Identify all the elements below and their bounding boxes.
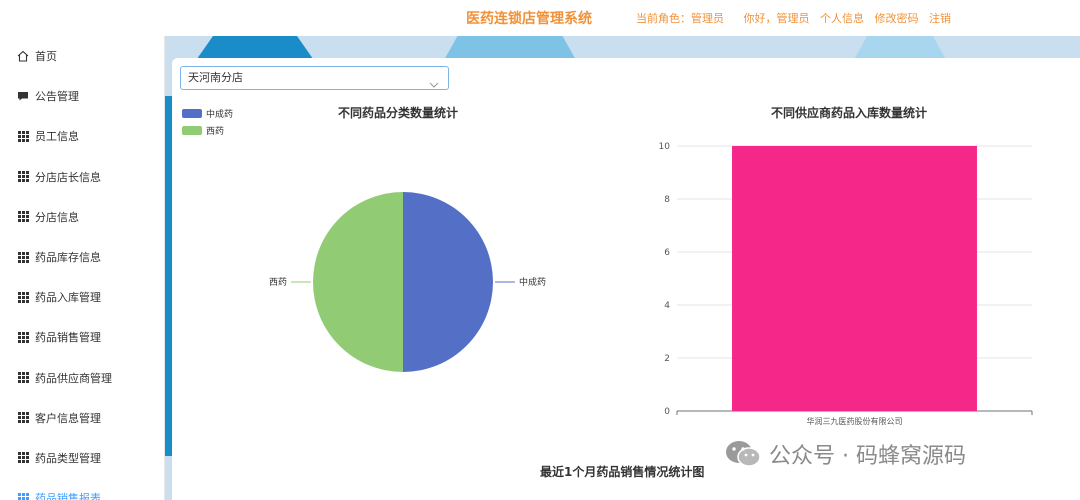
sidebar-item-label: 药品销售报表 <box>35 492 101 500</box>
grid-icon <box>17 492 29 500</box>
pie-slice-label: 西药 <box>269 277 287 288</box>
bar-y-tick-label: 6 <box>664 248 670 258</box>
header-links: 当前角色：管理员 你好，管理员 个人信息 修改密码 注销 <box>636 10 958 26</box>
sidebar-item-label: 分店信息 <box>35 210 79 224</box>
sidebar-item-label: 员工信息 <box>35 130 79 144</box>
sidebar-item-suppliers[interactable]: 药品供应商管理 <box>0 358 164 398</box>
sidebar-item-branches[interactable]: 分店信息 <box>0 197 164 237</box>
bar <box>732 146 977 411</box>
role-value: 管理员 <box>691 12 724 25</box>
greeting: 你好，管理员 <box>743 12 810 25</box>
bar-y-tick-label: 0 <box>664 407 670 417</box>
pie-slice <box>313 192 403 372</box>
bar-y-tick-label: 4 <box>664 301 670 311</box>
grid-icon <box>17 251 29 263</box>
sidebar-item-label: 公告管理 <box>35 90 79 104</box>
sidebar-item-announcements[interactable]: 公告管理 <box>0 76 164 116</box>
grid-icon <box>17 130 29 142</box>
sidebar-item-home[interactable]: 首页 <box>0 36 164 76</box>
sidebar-item-label: 首页 <box>35 50 57 64</box>
grid-icon <box>17 291 29 303</box>
system-title: 医药连锁店管理系统 <box>466 11 592 27</box>
charts-canvas: 中成药 西药 0 2 4 6 8 10 华润三九医药股份有限公司 <box>269 142 1033 426</box>
sidebar-item-customers[interactable]: 客户信息管理 <box>0 398 164 438</box>
grid-icon <box>17 211 29 223</box>
watermark: 公众号 · 码蜂窝源码 <box>725 438 966 470</box>
bar-x-tick-label: 华润三九医药股份有限公司 <box>807 416 903 426</box>
grid-icon <box>17 412 29 424</box>
profile-link[interactable]: 个人信息 <box>820 12 864 25</box>
sidebar-item-drug-types[interactable]: 药品类型管理 <box>0 438 164 478</box>
bar-y-tick-label: 2 <box>664 354 670 364</box>
sidebar-item-label: 药品供应商管理 <box>35 371 112 385</box>
sidebar-item-inventory[interactable]: 药品库存信息 <box>0 237 164 277</box>
sidebar-item-sales-report[interactable]: 药品销售报表 <box>0 478 164 500</box>
wechat-icon <box>725 439 761 469</box>
grid-icon <box>17 171 29 183</box>
message-icon <box>17 90 29 102</box>
sidebar-item-stock-in[interactable]: 药品入库管理 <box>0 277 164 317</box>
sidebar-item-label: 药品销售管理 <box>35 331 101 345</box>
sidebar-item-sales[interactable]: 药品销售管理 <box>0 317 164 357</box>
sidebar-item-staff[interactable]: 员工信息 <box>0 116 164 156</box>
sidebar-item-label: 分店店长信息 <box>35 170 101 184</box>
bar-y-tick-label: 10 <box>659 142 671 152</box>
logout-link[interactable]: 注销 <box>929 12 951 25</box>
grid-icon <box>17 372 29 384</box>
home-icon <box>17 50 29 62</box>
report-card: 天河南分店 中成药 西药 不同药品分类数量统计 不同供应商药品入库数量统计 最近… <box>172 58 1080 500</box>
top-header: 医药连锁店管理系统 当前角色：管理员 你好，管理员 个人信息 修改密码 注销 <box>0 0 1080 36</box>
bar-y-tick-label: 8 <box>664 195 670 205</box>
pie-slice <box>403 192 493 372</box>
sidebar: 首页 公告管理 员工信息 分店店长信息 分店信息 药品库存信息 药品入库管理 药… <box>0 36 165 500</box>
sidebar-item-label: 药品入库管理 <box>35 291 101 305</box>
role-label: 当前角色： <box>636 12 691 25</box>
watermark-text: 公众号 · 码蜂窝源码 <box>769 444 966 469</box>
grid-icon <box>17 331 29 343</box>
pie-slice-label: 中成药 <box>519 276 546 288</box>
sidebar-item-label: 客户信息管理 <box>35 411 101 425</box>
sidebar-item-branch-managers[interactable]: 分店店长信息 <box>0 157 164 197</box>
sidebar-item-label: 药品库存信息 <box>35 251 101 265</box>
sidebar-item-label: 药品类型管理 <box>35 451 101 465</box>
grid-icon <box>17 452 29 464</box>
change-password-link[interactable]: 修改密码 <box>875 12 919 25</box>
